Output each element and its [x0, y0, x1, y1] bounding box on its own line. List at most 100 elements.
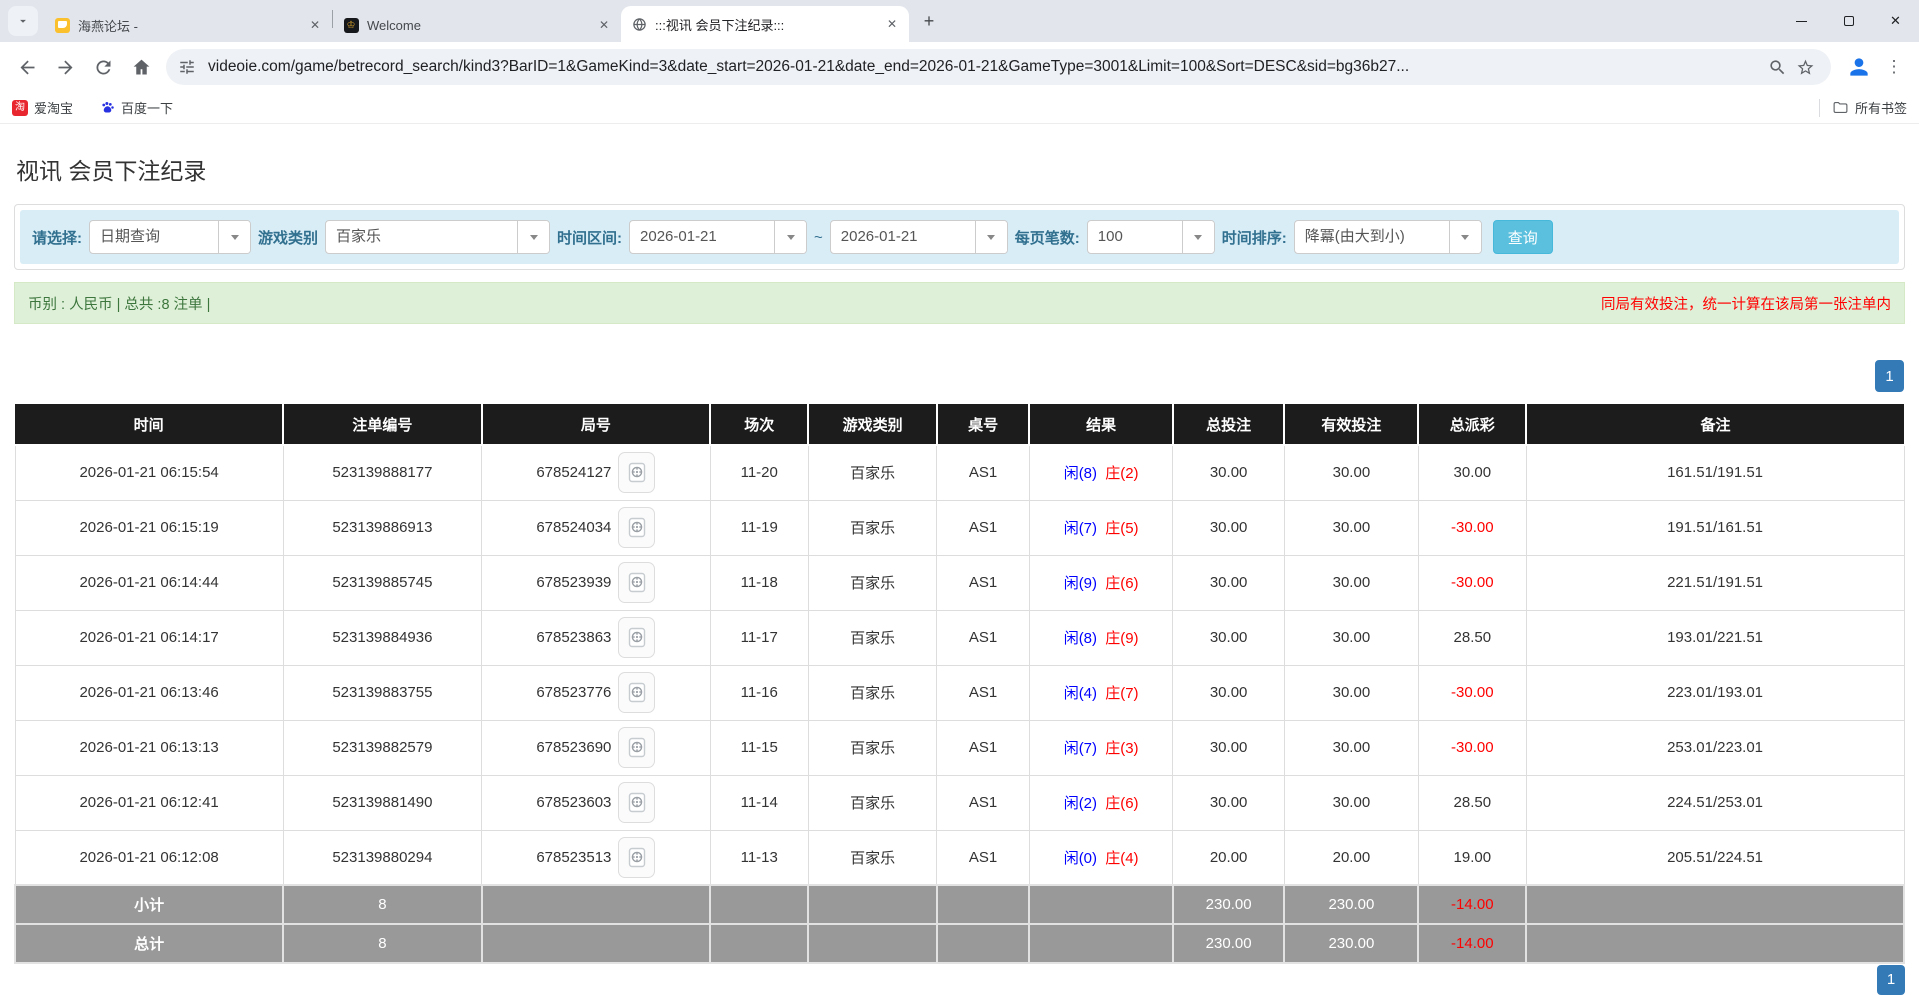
- result-player: 闲(8): [1064, 465, 1097, 482]
- video-replay-button[interactable]: [618, 672, 655, 713]
- video-replay-button[interactable]: [618, 782, 655, 823]
- new-tab-button[interactable]: +: [915, 7, 943, 35]
- film-replay-icon: [628, 517, 646, 538]
- video-replay-button[interactable]: [618, 562, 655, 603]
- query-type-label: 请选择:: [32, 227, 82, 248]
- tab-close-icon[interactable]: ✕: [306, 16, 324, 34]
- home-button[interactable]: [122, 48, 160, 86]
- maximize-button[interactable]: [1825, 0, 1872, 42]
- per-page-select[interactable]: 100: [1087, 220, 1215, 254]
- filter-panel: 请选择: 日期查询 游戏类别 百家乐 时间区间: 2026-01-21 ~ 20…: [14, 204, 1905, 270]
- bookmarks-separator: [1819, 99, 1820, 117]
- pagination-bottom-partial[interactable]: 1: [1877, 965, 1905, 995]
- total-valid-bet: 230.00: [1284, 924, 1418, 963]
- per-page-value: 100: [1088, 221, 1182, 253]
- cell-time: 2026-01-21 06:12:08: [15, 830, 283, 885]
- tab-haiyan-forum[interactable]: 海燕论坛 - ✕: [44, 8, 332, 42]
- url-text[interactable]: videoie.com/game/betrecord_search/kind3?…: [208, 58, 1753, 76]
- tab-search-button[interactable]: [8, 6, 38, 36]
- result-banker: 庄(4): [1105, 850, 1138, 867]
- chevron-down-icon[interactable]: [1449, 221, 1481, 253]
- round-number: 678523690: [536, 739, 611, 756]
- video-replay-button[interactable]: [618, 837, 655, 878]
- cell-table-no: AS1: [937, 775, 1030, 830]
- reload-button[interactable]: [84, 48, 122, 86]
- tab-title: Welcome: [367, 18, 589, 33]
- bookmark-label: 百度一下: [121, 98, 173, 117]
- cell-session: 11-20: [710, 445, 808, 500]
- table-row: 2026-01-21 06:12:08 523139880294 6785235…: [15, 830, 1904, 885]
- query-button[interactable]: 查询: [1493, 220, 1553, 254]
- table-body: 2026-01-21 06:15:54 523139888177 6785241…: [15, 445, 1904, 885]
- cell-total-bet[interactable]: 30.00: [1173, 500, 1284, 555]
- maximize-icon: [1844, 16, 1854, 26]
- cell-note: 205.51/224.51: [1526, 830, 1904, 885]
- globe-icon: [631, 16, 647, 32]
- cell-payout: 28.50: [1418, 775, 1526, 830]
- tab-welcome[interactable]: ♔ Welcome ✕: [333, 8, 621, 42]
- minimize-button[interactable]: [1778, 0, 1825, 42]
- cell-valid-bet: 30.00: [1284, 555, 1418, 610]
- cell-total-bet[interactable]: 30.00: [1173, 610, 1284, 665]
- cell-round: 678523939: [482, 555, 711, 610]
- bookmark-star-button[interactable]: [1791, 53, 1819, 81]
- video-replay-button[interactable]: [618, 617, 655, 658]
- video-replay-button[interactable]: [618, 727, 655, 768]
- cell-result: 闲(8) 庄(9): [1029, 610, 1173, 665]
- cell-total-bet[interactable]: 20.00: [1173, 830, 1284, 885]
- site-info-button[interactable]: [178, 58, 196, 76]
- back-button[interactable]: [8, 48, 46, 86]
- cell-table-no: AS1: [937, 555, 1030, 610]
- bookmark-taobao[interactable]: 淘 爱淘宝: [12, 98, 73, 117]
- address-bar[interactable]: videoie.com/game/betrecord_search/kind3?…: [166, 49, 1831, 85]
- cell-total-bet[interactable]: 30.00: [1173, 665, 1284, 720]
- cell-total-bet[interactable]: 30.00: [1173, 775, 1284, 830]
- minimize-icon: [1796, 21, 1807, 22]
- tab-favicon-crown-icon: ♔: [343, 17, 359, 33]
- chevron-down-icon[interactable]: [975, 221, 1007, 253]
- sort-select[interactable]: 降冪(由大到小): [1294, 220, 1482, 254]
- cell-time: 2026-01-21 06:15:19: [15, 500, 283, 555]
- profile-button[interactable]: [1841, 49, 1877, 85]
- all-bookmarks-button[interactable]: 所有书签: [1832, 98, 1907, 117]
- game-type-select[interactable]: 百家乐: [325, 220, 550, 254]
- tab-close-icon[interactable]: ✕: [595, 16, 613, 34]
- cell-round: 678524034: [482, 500, 711, 555]
- video-replay-button[interactable]: [618, 452, 655, 493]
- tab-close-icon[interactable]: ✕: [883, 15, 901, 33]
- cell-total-bet[interactable]: 30.00: [1173, 555, 1284, 610]
- all-bookmarks-label: 所有书签: [1855, 98, 1907, 117]
- chevron-down-icon[interactable]: [517, 221, 549, 253]
- window-controls: ✕: [1778, 0, 1919, 42]
- close-window-button[interactable]: ✕: [1872, 0, 1919, 42]
- zoom-button[interactable]: [1763, 53, 1791, 81]
- browser-menu-button[interactable]: ⋮: [1877, 49, 1911, 85]
- query-type-value: 日期查询: [90, 221, 218, 253]
- cell-total-bet[interactable]: 30.00: [1173, 445, 1284, 500]
- total-payout: -14.00: [1418, 924, 1526, 963]
- chevron-down-icon[interactable]: [218, 221, 250, 253]
- tab-bet-records-active[interactable]: :::视讯 会员下注纪录::: ✕: [621, 6, 909, 42]
- date-end-input[interactable]: 2026-01-21: [830, 220, 1008, 254]
- header-note: 备注: [1526, 404, 1904, 445]
- chevron-down-icon[interactable]: [1182, 221, 1214, 253]
- query-type-select[interactable]: 日期查询: [89, 220, 251, 254]
- cell-game-type: 百家乐: [808, 720, 936, 775]
- round-number: 678523603: [536, 794, 611, 811]
- subtotal-total-bet: 230.00: [1173, 885, 1284, 924]
- film-replay-icon: [628, 682, 646, 703]
- page-button-1[interactable]: 1: [1875, 360, 1904, 392]
- chevron-down-icon[interactable]: [774, 221, 806, 253]
- date-start-input[interactable]: 2026-01-21: [629, 220, 807, 254]
- summary-currency-count: 币别 : 人民币 | 总共 :8 注单 |: [28, 293, 210, 314]
- cell-result: 闲(0) 庄(4): [1029, 830, 1173, 885]
- bookmark-baidu[interactable]: 百度一下: [99, 98, 173, 117]
- forward-button[interactable]: [46, 48, 84, 86]
- cell-round: 678523690: [482, 720, 711, 775]
- total-count: 8: [283, 924, 481, 963]
- date-end-value: 2026-01-21: [831, 221, 975, 253]
- tune-icon: [178, 58, 196, 76]
- cell-payout: 19.00: [1418, 830, 1526, 885]
- video-replay-button[interactable]: [618, 507, 655, 548]
- cell-total-bet[interactable]: 30.00: [1173, 720, 1284, 775]
